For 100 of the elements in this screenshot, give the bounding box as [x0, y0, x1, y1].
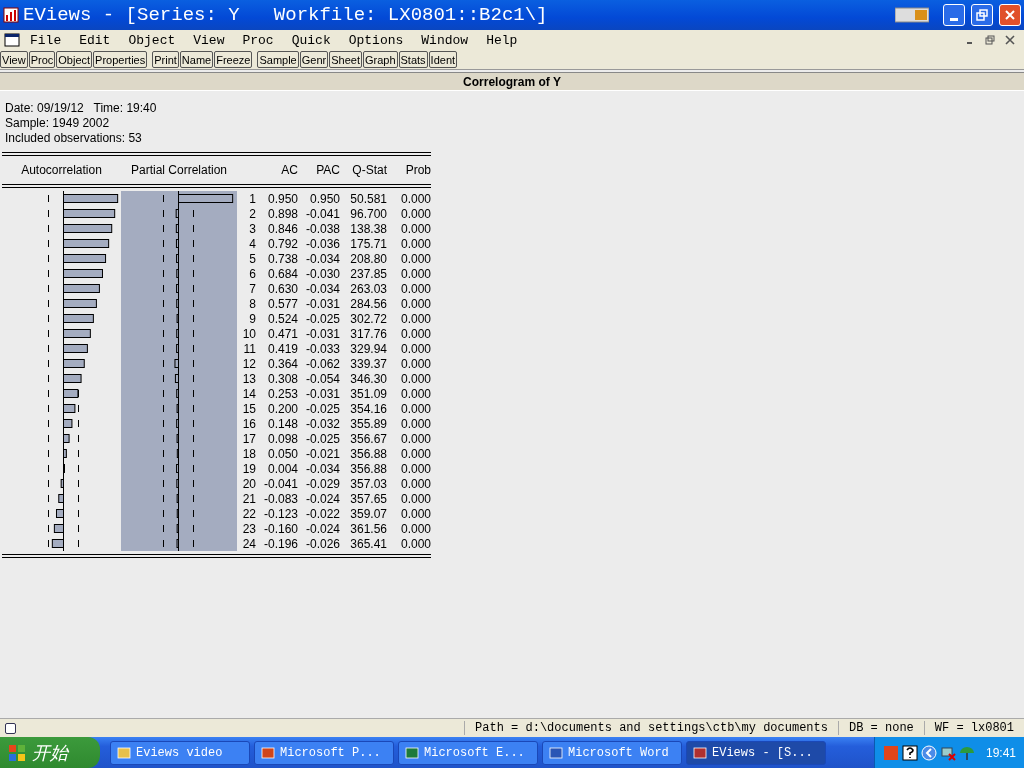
pac-cell-text: -0.024 — [304, 491, 340, 506]
bound-mark — [163, 285, 164, 292]
toolbar-button[interactable]: Ident — [428, 51, 458, 68]
bound-mark — [163, 375, 164, 382]
pac-bar — [175, 224, 179, 233]
toolbar-button[interactable]: Print — [152, 51, 179, 68]
column-header: AC — [280, 163, 298, 177]
prob-cell-text: 0.000 — [399, 266, 431, 281]
ac-bar — [63, 314, 94, 323]
q-stat-cell-text: 351.09 — [349, 386, 387, 401]
help-icon[interactable] — [901, 744, 918, 761]
toolbar-button[interactable]: Name — [179, 51, 214, 68]
ac-bar — [63, 389, 79, 398]
prob-cell-text: 0.000 — [399, 311, 431, 326]
menu-item[interactable]: View — [183, 32, 233, 48]
menu-item[interactable]: File — [20, 32, 70, 48]
toolbar-button[interactable]: Sheet — [329, 51, 362, 68]
minimize-button[interactable] — [943, 4, 965, 26]
bound-mark — [163, 525, 164, 532]
ac-cell-text: 0.471 — [266, 326, 298, 341]
close-icon[interactable] — [1005, 35, 1015, 45]
ac-bar — [63, 254, 107, 263]
toolbar-button[interactable]: Freeze — [214, 51, 253, 68]
q-stat-cell-text: 96.700 — [349, 206, 387, 221]
pac-cell-text: -0.041 — [304, 206, 340, 221]
q-stat-cell-text: 356.67 — [349, 431, 387, 446]
column-header: Prob — [404, 163, 431, 177]
ac-bar — [63, 329, 91, 338]
bound-mark — [48, 480, 49, 487]
pac-bar — [176, 389, 179, 398]
toolbar-button[interactable]: Proc — [28, 51, 56, 68]
menu-item[interactable]: Proc — [232, 32, 282, 48]
bound-mark — [193, 255, 194, 262]
taskbar-button[interactable]: Microsoft Word — [542, 740, 682, 765]
toolbar-button[interactable]: Sample — [257, 51, 299, 68]
ac-cell-text: 0.004 — [266, 461, 298, 476]
taskbar-button[interactable]: Eviews video — [110, 740, 250, 765]
prob-cell-text: 0.000 — [399, 341, 431, 356]
q-stat-cell-text: 208.80 — [349, 251, 387, 266]
restore-icon[interactable] — [985, 35, 995, 45]
ac-bar — [60, 479, 64, 488]
lag-cell-text: 18 — [241, 446, 256, 461]
start-button[interactable]: 开始 — [0, 737, 100, 768]
bound-mark — [48, 435, 49, 442]
pac-cell-text: -0.024 — [304, 521, 340, 536]
bound-mark — [48, 465, 49, 472]
taskbar-button[interactable]: Microsoft P... — [254, 740, 394, 765]
prob-cell-text: 0.000 — [399, 401, 431, 416]
status-checkbox[interactable] — [5, 722, 16, 734]
bound-mark — [193, 480, 194, 487]
ac-cell-text: 0.200 — [266, 401, 298, 416]
bound-mark — [193, 330, 194, 337]
bound-mark — [163, 330, 164, 337]
bound-mark — [48, 300, 49, 307]
toolbar-button[interactable]: Object — [56, 51, 93, 68]
restore-button[interactable] — [971, 4, 993, 26]
lag-cell-text: 10 — [241, 326, 256, 341]
bound-mark — [193, 225, 194, 232]
taskbar-button[interactable]: Microsoft E... — [398, 740, 538, 765]
pac-cell-text: -0.030 — [304, 266, 340, 281]
menu-item[interactable]: Quick — [281, 32, 339, 48]
db-status: DB = none — [837, 721, 924, 735]
menu-item[interactable]: Window — [411, 32, 477, 48]
bound-mark — [193, 420, 194, 427]
bound-mark — [78, 435, 79, 442]
toolbar-button[interactable]: View — [0, 51, 28, 68]
pac-bar — [176, 314, 179, 323]
pac-cell-text: -0.031 — [304, 386, 340, 401]
toolbar-button[interactable]: Stats — [398, 51, 428, 68]
menu-item[interactable]: Options — [338, 32, 412, 48]
prob-cell-text: 0.000 — [399, 251, 431, 266]
prob-cell-text: 0.000 — [399, 386, 431, 401]
taskbar-button[interactable]: EViews - [S... — [686, 740, 826, 765]
app-icon — [3, 7, 19, 23]
bound-mark — [193, 360, 194, 367]
toolbar-button[interactable]: Properties — [93, 51, 148, 68]
menu-item[interactable]: Help — [476, 32, 526, 48]
pac-cell-text: -0.054 — [304, 371, 340, 386]
q-stat-cell-text: 357.03 — [349, 476, 387, 491]
ac-cell-text: -0.083 — [262, 491, 298, 506]
close-button[interactable] — [999, 4, 1021, 26]
lag-cell-text: 15 — [241, 401, 256, 416]
menu-item[interactable]: Edit — [69, 32, 119, 48]
q-stat-cell-text: 359.07 — [349, 506, 387, 521]
pac-bar — [176, 464, 179, 473]
umbrella-icon[interactable] — [958, 744, 975, 761]
toolbar-button[interactable]: Graph — [362, 51, 398, 68]
ac-cell-text: 0.738 — [266, 251, 298, 266]
prob-cell-text: 0.000 — [399, 536, 431, 551]
ac-cell-text: 0.098 — [266, 431, 298, 446]
ac-bar — [56, 509, 64, 518]
menu-item[interactable]: Object — [118, 32, 184, 48]
pac-bar — [176, 269, 179, 278]
q-stat-cell-text: 138.38 — [349, 221, 387, 236]
pac-bar — [176, 434, 179, 443]
lag-cell-text: 1 — [248, 191, 256, 206]
bound-mark — [193, 435, 194, 442]
bound-mark — [78, 525, 79, 532]
toolbar-button[interactable]: Genr — [299, 51, 329, 68]
network-icon[interactable] — [939, 744, 956, 761]
